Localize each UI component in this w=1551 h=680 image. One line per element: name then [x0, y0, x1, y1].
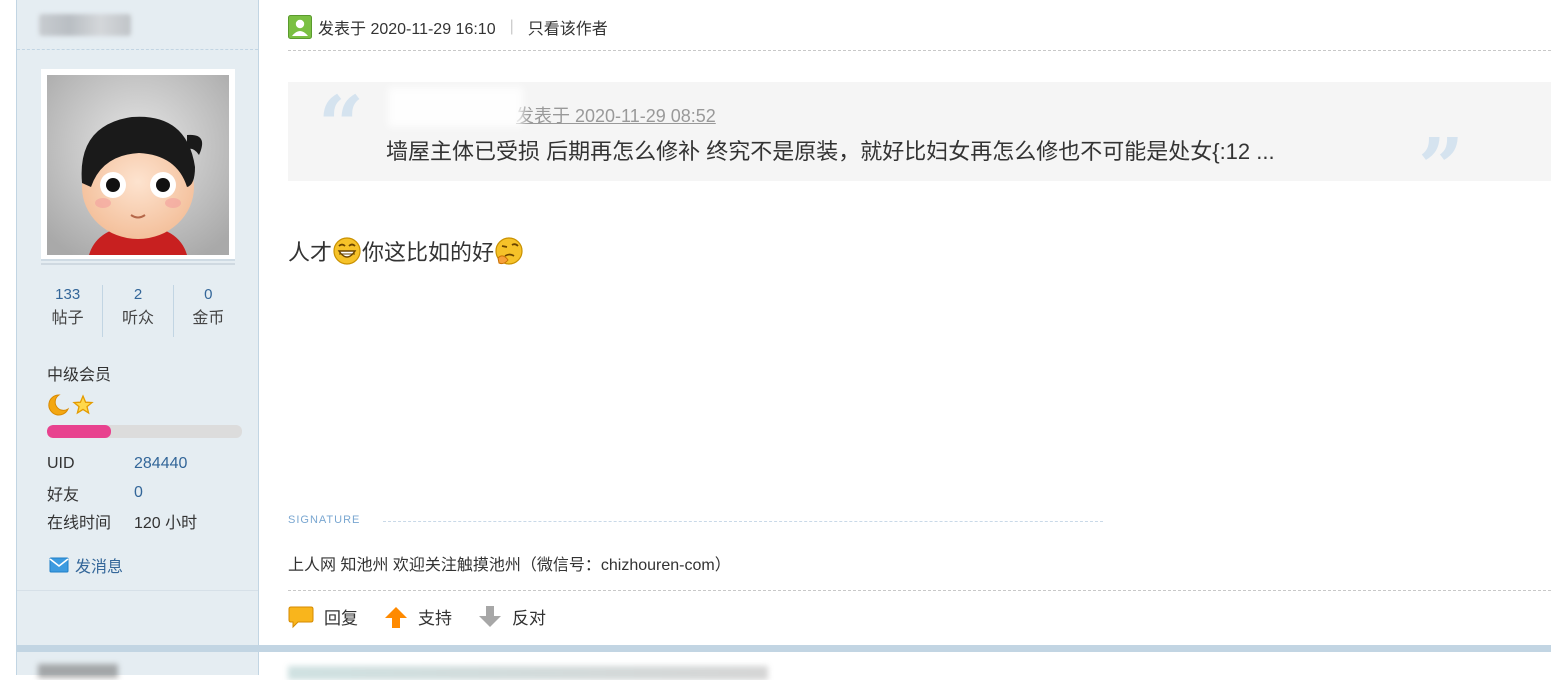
quote-open-icon: “ [318, 78, 365, 172]
signature-divider [383, 521, 1103, 522]
separator: | [509, 18, 514, 35]
envelope-icon [49, 557, 69, 573]
divider [17, 590, 258, 591]
support-button[interactable]: 支持 [384, 604, 452, 629]
next-post-header-blurred [288, 666, 768, 680]
info-row-online-time: 在线时间 120 小时 [47, 507, 197, 536]
quote-author-blurred [388, 87, 523, 127]
oppose-button[interactable]: 反对 [478, 604, 546, 629]
info-key: UID [47, 455, 75, 473]
support-label[interactable]: 支持 [418, 604, 452, 629]
send-message-label[interactable]: 发消息 [75, 553, 123, 577]
next-post-author-blurred [38, 664, 118, 678]
stat-coins[interactable]: 0 金币 [174, 285, 243, 337]
avatar[interactable] [41, 69, 235, 259]
quote-block: “ 发表于 2020-11-29 08:52 墙屋主体已受损 后期再怎么修补 终… [288, 78, 1551, 214]
author-info: UID 284440 好友 0 在线时间 120 小时 [47, 450, 197, 536]
level-progress-fill [47, 425, 112, 438]
stat-label: 听众 [121, 310, 154, 327]
reply-button[interactable]: 回复 [288, 604, 358, 629]
grin-emoji-icon [333, 237, 361, 265]
post-actions: 回复 支持 反对 [288, 604, 572, 629]
quote-meta[interactable]: 发表于 2020-11-29 08:52 [516, 106, 716, 126]
divider [288, 50, 1551, 51]
post-content: 发表于 2020-11-29 16:10 | 只看该作者 “ 发表于 2020-… [258, 0, 1551, 645]
reply-label[interactable]: 回复 [324, 604, 358, 629]
star-icon [72, 394, 94, 415]
thinking-emoji-icon [495, 237, 523, 265]
quote-text: 墙屋主体已受损 后期再怎么修补 终究不是原装，就好比妇女再怎么修也不可能是处女{… [386, 139, 1275, 164]
post-header: 发表于 2020-11-29 16:10 | 只看该作者 [288, 15, 608, 39]
info-value-link[interactable]: 0 [134, 484, 143, 502]
stat-posts[interactable]: 133 帖子 [33, 285, 104, 337]
info-row-friends: 好友 0 [47, 479, 197, 508]
arrow-down-icon [479, 605, 501, 627]
signature-label: SIGNATURE [288, 514, 361, 526]
user-icon [288, 15, 312, 39]
divider [17, 49, 258, 50]
info-key: 好友 [47, 486, 80, 504]
post-text-part2: 你这比如的好 [362, 240, 495, 265]
divider [288, 590, 1551, 591]
speech-bubble-icon [288, 606, 314, 628]
user-group[interactable]: 中级会员 [47, 361, 111, 385]
moon-icon [48, 394, 70, 416]
stat-label: 帖子 [51, 310, 84, 327]
send-message-link[interactable]: 发消息 [49, 553, 123, 577]
info-value: 120 小时 [134, 515, 198, 533]
post-separator-bar [16, 645, 1551, 652]
only-author-link[interactable]: 只看该作者 [528, 15, 608, 39]
signature-text: 上人网 知池州 欢迎关注触摸池州（微信号：chizhouren-com） [288, 557, 731, 574]
level-progress-bar [47, 425, 242, 438]
author-name-blurred[interactable] [39, 14, 131, 36]
avatar-image [47, 75, 229, 255]
info-value-link[interactable]: 284440 [134, 455, 187, 473]
stat-value[interactable]: 2 [103, 285, 172, 305]
info-key: 在线时间 [47, 515, 112, 533]
post-time: 发表于 2020-11-29 16:10 [318, 21, 496, 38]
avatar-shadow [41, 263, 235, 265]
author-sidebar: 133 帖子 2 听众 0 金币 中级会员 UID 284440 好友 0 在线… [16, 0, 259, 675]
oppose-label[interactable]: 反对 [512, 604, 546, 629]
post-body: 人才 你这比如的好 [288, 235, 524, 267]
author-stats: 133 帖子 2 听众 0 金币 [33, 285, 243, 337]
post-text-part1: 人才 [288, 240, 333, 265]
stat-followers[interactable]: 2 听众 [103, 285, 174, 337]
stat-value[interactable]: 0 [174, 285, 243, 305]
stat-label: 金币 [192, 310, 225, 327]
info-row-uid: UID 284440 [47, 450, 197, 479]
arrow-up-icon [385, 606, 407, 628]
rank-icons [47, 393, 97, 417]
quote-close-icon: ” [1418, 120, 1465, 214]
stat-value[interactable]: 133 [33, 285, 102, 305]
